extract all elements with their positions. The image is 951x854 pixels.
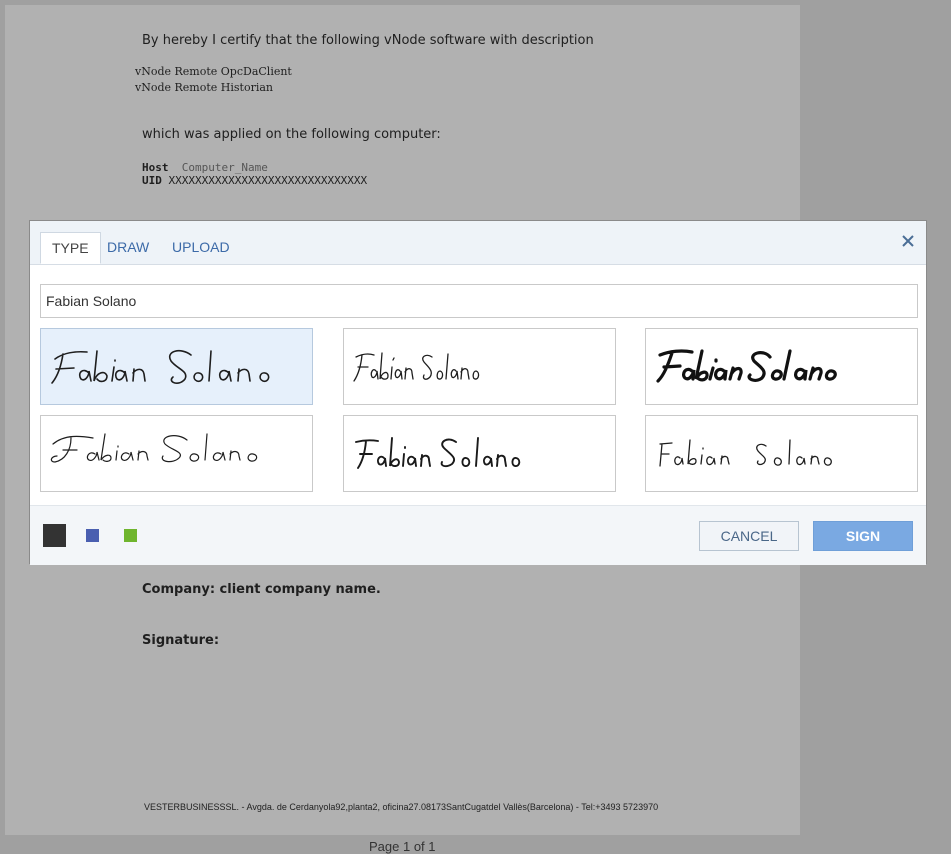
- signature-option[interactable]: [645, 415, 918, 492]
- tab-draw[interactable]: DRAW: [96, 232, 160, 264]
- signature-name-input[interactable]: [40, 284, 918, 318]
- signature-dialog: TYPE DRAW UPLOAD Fabian Solano CANCEL SI…: [29, 220, 927, 565]
- host-line: Host Computer_Name: [142, 161, 268, 174]
- applied-text: which was applied on the following compu…: [142, 127, 441, 142]
- dialog-footer: CANCEL SIGN: [30, 505, 926, 565]
- certify-text: By hereby I certify that the following v…: [142, 33, 594, 48]
- cancel-button[interactable]: CANCEL: [699, 521, 799, 551]
- uid-line: UID XXXXXXXXXXXXXXXXXXXXXXXXXXXXXX: [142, 174, 367, 187]
- signature-option[interactable]: [645, 328, 918, 405]
- host-value: Computer_Name: [181, 161, 268, 174]
- color-swatch-black[interactable]: [43, 524, 66, 547]
- color-swatch-blue[interactable]: [86, 529, 99, 542]
- signature-label: Signature:: [142, 633, 220, 648]
- signature-option[interactable]: [343, 415, 616, 492]
- uid-label: UID: [142, 174, 162, 187]
- sign-button[interactable]: SIGN: [813, 521, 913, 551]
- software-item: vNode Remote OpcDaClient: [135, 65, 292, 78]
- signature-option[interactable]: [40, 415, 313, 492]
- signature-option[interactable]: [343, 328, 616, 405]
- color-swatch-green[interactable]: [124, 529, 137, 542]
- uid-value: XXXXXXXXXXXXXXXXXXXXXXXXXXXXXX: [168, 174, 368, 187]
- tab-type[interactable]: TYPE: [40, 232, 101, 264]
- close-icon[interactable]: [900, 233, 916, 249]
- dialog-header: TYPE DRAW UPLOAD: [30, 221, 926, 265]
- company-text: Company: client company name.: [142, 582, 381, 597]
- signature-option[interactable]: [40, 328, 313, 405]
- software-item: vNode Remote Historian: [135, 81, 273, 94]
- document-footer: VESTERBUSINESSSL. - Avgda. de Cerdanyola…: [144, 802, 659, 812]
- tab-upload[interactable]: UPLOAD: [161, 232, 241, 264]
- host-label: Host: [142, 161, 169, 174]
